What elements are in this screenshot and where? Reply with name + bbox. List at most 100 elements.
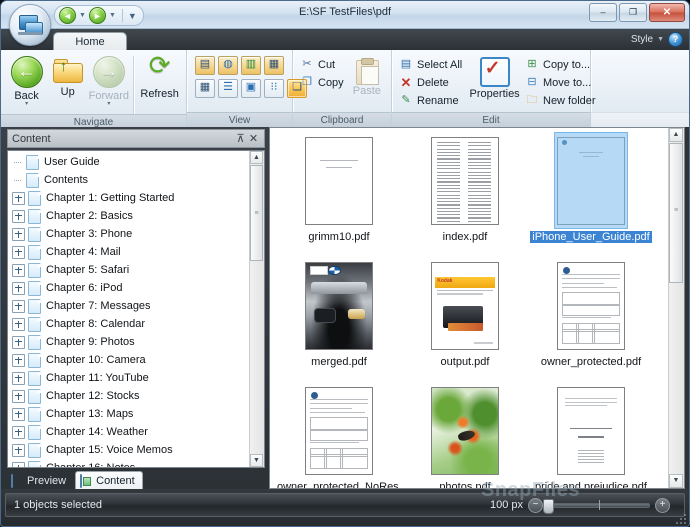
up-button[interactable]: ↑ Up — [47, 54, 88, 98]
grid-scroll-thumb[interactable]: ≡ — [669, 143, 683, 283]
tree-scrollbar[interactable]: ▲ ≡ ▼ — [249, 151, 264, 467]
tab-home[interactable]: Home — [53, 32, 127, 51]
grid-scroll-up-button[interactable]: ▲ — [669, 128, 683, 142]
expand-icon[interactable] — [12, 461, 25, 467]
sidebar-tab-content[interactable]: Content — [75, 471, 143, 489]
expand-icon[interactable] — [12, 335, 25, 349]
properties-button[interactable]: ✓ Properties — [466, 54, 523, 100]
tree-item[interactable]: Chapter 14: Weather — [8, 423, 250, 441]
tree-item[interactable]: Chapter 7: Messages — [8, 297, 250, 315]
expand-icon[interactable] — [12, 407, 25, 421]
file-item[interactable]: grimm10.pdf — [276, 134, 402, 259]
expand-icon[interactable] — [12, 191, 25, 205]
file-item[interactable]: photos.pdf — [402, 384, 528, 488]
select-all-command[interactable]: ▤ Select All — [397, 56, 466, 73]
minimize-button[interactable]: – — [589, 3, 617, 22]
file-name-label[interactable]: owner_protected_NoRes... — [275, 481, 403, 488]
tree-item[interactable]: Chapter 11: YouTube — [8, 369, 250, 387]
expand-icon[interactable] — [12, 263, 25, 277]
tree-item[interactable]: Chapter 10: Camera — [8, 351, 250, 369]
file-name-label[interactable]: iPhone_User_Guide.pdf — [530, 231, 652, 243]
expand-icon[interactable] — [12, 299, 25, 313]
zoom-out-button[interactable]: − — [528, 497, 543, 513]
grid-scroll-down-button[interactable]: ▼ — [669, 474, 683, 488]
list-icon[interactable]: ☰ — [218, 79, 238, 98]
tree-item[interactable]: Chapter 12: Stocks — [8, 387, 250, 405]
forward-button-menu-caret[interactable]: ▾ — [107, 101, 110, 107]
file-thumbnail[interactable] — [429, 384, 501, 478]
small-icons-icon[interactable]: ⁝⁝ — [264, 79, 284, 98]
zoom-slider-track[interactable] — [543, 498, 650, 514]
file-item[interactable]: index.pdf — [402, 134, 528, 259]
expand-icon[interactable] — [12, 389, 25, 403]
tree-item[interactable]: Chapter 2: Basics — [8, 207, 250, 225]
content-tree[interactable]: User Guide Contents Chapter 1: Getting Sta… — [8, 151, 250, 467]
tiles-icon[interactable]: ▣ — [241, 79, 261, 98]
tree-item[interactable]: Chapter 8: Calendar — [8, 315, 250, 333]
pin-icon[interactable]: ⊼ — [234, 132, 247, 145]
file-thumbnail[interactable] — [429, 134, 501, 228]
folder-icon[interactable]: ▤ — [195, 56, 215, 75]
expand-icon[interactable] — [12, 443, 25, 457]
file-item[interactable]: pride and prejudice.pdf — [528, 384, 654, 488]
expand-icon[interactable] — [12, 209, 25, 223]
close-button[interactable]: ✕ — [649, 3, 685, 22]
magnifier-page-icon[interactable]: ◍ — [218, 56, 238, 75]
forward-button[interactable]: → Forward ▾ — [88, 54, 129, 107]
file-item[interactable]: iPhone_User_Guide.pdf — [528, 132, 654, 259]
file-name-label[interactable]: index.pdf — [441, 231, 490, 243]
file-name-label[interactable]: grimm10.pdf — [306, 231, 371, 243]
tree-item[interactable]: Chapter 4: Mail — [8, 243, 250, 261]
refresh-button[interactable]: ⟳ Refresh — [138, 52, 181, 100]
tree-item[interactable]: User Guide — [8, 153, 250, 171]
file-thumbnail[interactable] — [555, 384, 627, 478]
expand-icon[interactable] — [12, 371, 25, 385]
details-grid-icon[interactable]: ▦ — [195, 79, 215, 98]
expand-icon[interactable] — [12, 281, 25, 295]
file-name-label[interactable]: pride and prejudice.pdf — [533, 481, 649, 488]
chevron-down-icon[interactable]: ▼ — [657, 36, 664, 43]
file-name-label[interactable]: owner_protected.pdf — [539, 356, 643, 368]
file-name-label[interactable]: merged.pdf — [309, 356, 369, 368]
tree-scroll-thumb[interactable]: ≡ — [250, 165, 263, 261]
tree-item[interactable]: Chapter 13: Maps — [8, 405, 250, 423]
style-label[interactable]: Style — [631, 34, 653, 45]
expand-icon[interactable] — [12, 227, 25, 241]
expand-icon[interactable] — [12, 353, 25, 367]
file-item[interactable]: merged.pdf — [276, 259, 402, 384]
tree-item[interactable]: Chapter 9: Photos — [8, 333, 250, 351]
paste-button[interactable]: Paste — [348, 54, 386, 97]
file-name-label[interactable]: output.pdf — [439, 356, 492, 368]
expand-icon[interactable] — [12, 425, 25, 439]
file-item[interactable]: Kodak output.pdf — [402, 259, 528, 384]
cut-command[interactable]: ✂ Cut — [298, 56, 348, 73]
tree-item[interactable]: Chapter 15: Voice Memos — [8, 441, 250, 459]
file-name-label[interactable]: photos.pdf — [437, 481, 492, 488]
sidebar-tab-preview[interactable]: Preview — [7, 472, 73, 489]
tree-item[interactable]: Chapter 6: iPod — [8, 279, 250, 297]
file-thumbnail[interactable] — [554, 132, 628, 229]
copy-command[interactable]: ❐ Copy — [298, 74, 348, 91]
file-grid[interactable]: grimm10.pdf index.pdf iPhone_User_Guide.pd… — [270, 128, 669, 488]
file-item[interactable]: owner_protected.pdf — [528, 259, 654, 384]
expand-icon[interactable] — [12, 245, 25, 259]
tree-item[interactable]: Chapter 5: Safari — [8, 261, 250, 279]
page-green-icon[interactable]: ▥ — [241, 56, 261, 75]
application-menu-button[interactable] — [9, 4, 51, 46]
tree-item[interactable]: Chapter 16: Notes — [8, 459, 250, 467]
file-grid-scrollbar[interactable]: ▲ ≡ ▼ — [668, 128, 684, 488]
thumbnails-grid-icon[interactable]: ▦ — [264, 56, 284, 75]
back-button[interactable]: ← Back ▾ — [6, 54, 47, 107]
file-thumbnail[interactable] — [303, 384, 375, 478]
back-button-menu-caret[interactable]: ▾ — [25, 101, 28, 107]
file-thumbnail[interactable]: Kodak — [429, 259, 501, 353]
file-thumbnail[interactable] — [555, 259, 627, 353]
new-folder-command[interactable]: 🗀 New folder — [523, 92, 596, 109]
move-to-command[interactable]: ⊟ Move to... — [523, 74, 591, 91]
close-icon[interactable]: ✕ — [247, 132, 260, 145]
zoom-slider-handle[interactable] — [543, 498, 554, 514]
rename-command[interactable]: ✎ Rename — [397, 92, 466, 109]
copy-to-command[interactable]: ⊞ Copy to... — [523, 56, 590, 73]
zoom-in-button[interactable]: + — [655, 497, 670, 513]
file-thumbnail[interactable] — [303, 259, 375, 353]
